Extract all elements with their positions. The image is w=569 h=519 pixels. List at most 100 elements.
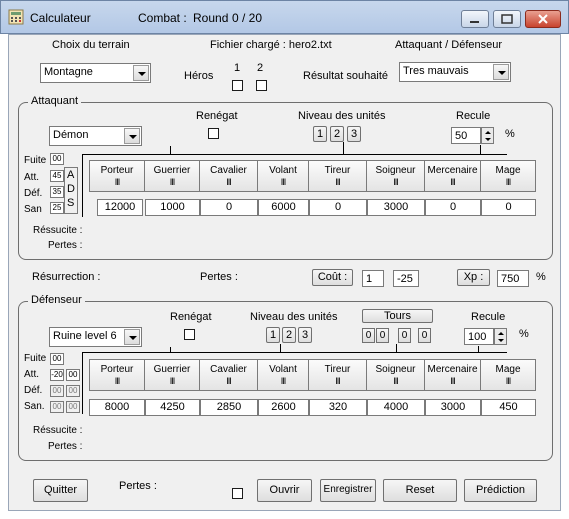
attacker-unit-count[interactable]: 0	[425, 199, 481, 216]
attacker-unit-count[interactable]: 6000	[258, 199, 309, 216]
defender-unit-count[interactable]: 3000	[425, 399, 481, 416]
defender-stat2-value[interactable]: 00	[66, 385, 80, 397]
attacker-stat-value[interactable]: 35	[50, 186, 64, 198]
unit-bars: III	[450, 177, 456, 187]
attacker-stat-value[interactable]: 45	[50, 170, 64, 182]
attacker-d-label: D	[67, 183, 75, 195]
attacker-unit-select[interactable]: Démon	[49, 126, 142, 146]
result-value: Tres mauvais	[403, 65, 469, 77]
defender-unit-header[interactable]: Tireur III	[308, 359, 367, 391]
defender-unit-header[interactable]: Soigneur III	[366, 359, 425, 391]
attacker-unit-count[interactable]: 3000	[367, 199, 425, 216]
defender-unit-count[interactable]: 4000	[367, 399, 425, 416]
predict-button[interactable]: Prédiction	[464, 479, 537, 502]
defender-stat-label: San.	[24, 401, 45, 412]
defender-unit-count[interactable]: 8000	[89, 399, 145, 416]
defender-unit-header[interactable]: Volant III	[257, 359, 309, 391]
tours-button[interactable]: Tours	[362, 309, 433, 323]
attacker-recule-input[interactable]: 50	[451, 127, 481, 144]
defender-stat-value[interactable]: 00	[50, 385, 64, 397]
defender-unit-count[interactable]: 450	[481, 399, 536, 416]
attacker-unit-header[interactable]: Porteur III	[89, 160, 145, 192]
cout-button[interactable]: Coût :	[312, 269, 353, 286]
defender-level-2-button[interactable]: 2	[282, 327, 296, 343]
defender-stat2-value[interactable]: 00	[66, 401, 80, 413]
close-button[interactable]	[525, 10, 561, 28]
defender-stat-label: Fuite	[24, 353, 47, 364]
attacker-stat-label: Att.	[24, 172, 40, 183]
attacker-unit-count[interactable]: 0	[481, 199, 536, 216]
defender-unit-count[interactable]: 2600	[258, 399, 309, 416]
attacker-renegat-checkbox[interactable]	[208, 128, 219, 139]
defender-unit-header[interactable]: Porteur III	[89, 359, 145, 391]
defender-unit-count[interactable]: 4250	[145, 399, 200, 416]
defender-ressucite-label: Réssucite :	[33, 425, 83, 436]
quit-button[interactable]: Quitter	[33, 479, 88, 502]
unit-name: Soigneur	[375, 165, 416, 176]
attacker-stat-value[interactable]: 25	[50, 202, 64, 214]
save-button[interactable]: Enregistrer	[320, 479, 376, 502]
defender-unit-header[interactable]: Mercenaire III	[424, 359, 481, 391]
unit-name: Tireur	[324, 364, 351, 375]
defender-level-3-button[interactable]: 3	[298, 327, 312, 343]
defender-unit-select[interactable]: Ruine level 6	[49, 327, 142, 347]
result-select[interactable]: Tres mauvais	[399, 62, 511, 82]
attacker-level-3-button[interactable]: 3	[347, 126, 361, 142]
minimize-button[interactable]	[461, 10, 489, 28]
attacker-unit-count[interactable]: 0	[200, 199, 258, 216]
attacker-stat-value[interactable]: 00	[50, 153, 64, 165]
defender-unit-value: Ruine level 6	[53, 330, 117, 342]
defender-renegat-checkbox[interactable]	[184, 329, 195, 340]
attacker-unit-header[interactable]: Guerrier III	[144, 160, 200, 192]
attacker-unit-count[interactable]: 12000	[97, 199, 143, 216]
attacker-level-2-button[interactable]: 2	[330, 126, 344, 142]
tours-value[interactable]: 0	[362, 328, 375, 343]
attacker-unit-count[interactable]: 0	[309, 199, 367, 216]
attacker-unit-header[interactable]: Volant III	[257, 160, 309, 192]
resurrection-label: Résurrection :	[32, 271, 101, 283]
open-button[interactable]: Ouvrir	[257, 479, 312, 502]
defender-stat-value[interactable]: 00	[50, 401, 64, 413]
defender-stat-value[interactable]: 00	[50, 353, 64, 365]
cout-input-2[interactable]: -25	[393, 270, 419, 287]
defender-unit-header[interactable]: Mage III	[480, 359, 536, 391]
defender-level-1-button[interactable]: 1	[266, 327, 280, 343]
defender-stat-value[interactable]: -20	[50, 369, 64, 381]
attacker-recule-spinner[interactable]	[481, 127, 494, 144]
hero-1-checkbox[interactable]	[232, 80, 243, 91]
attacker-unit-header[interactable]: Tireur III	[308, 160, 367, 192]
window-title: Calculateur	[30, 11, 91, 25]
attacker-unit-count[interactable]: 1000	[145, 199, 200, 216]
tours-value[interactable]: 0	[376, 328, 389, 343]
defender-unit-header[interactable]: Guerrier III	[144, 359, 200, 391]
attacker-unit-header[interactable]: Cavalier III	[199, 160, 258, 192]
terrain-select[interactable]: Montagne	[40, 63, 151, 83]
defender-unit-count[interactable]: 320	[309, 399, 367, 416]
unit-bars: III	[393, 177, 399, 187]
attacker-connector-line	[170, 146, 171, 155]
maximize-button[interactable]	[493, 10, 521, 28]
tours-value[interactable]: 0	[418, 328, 431, 343]
reset-button[interactable]: Reset	[383, 479, 457, 502]
unit-name: Cavalier	[210, 364, 247, 375]
bottom-checkbox[interactable]	[232, 488, 243, 499]
tours-value[interactable]: 0	[398, 328, 411, 343]
defender-recule-input[interactable]: 100	[464, 328, 494, 345]
defender-stat2-value[interactable]: 00	[66, 369, 80, 381]
defender-recule-spinner[interactable]	[494, 328, 507, 345]
defender-unit-count[interactable]: 2850	[200, 399, 258, 416]
xp-input[interactable]: 750	[497, 270, 529, 287]
attacker-unit-header[interactable]: Soigneur III	[366, 160, 425, 192]
hero-1-label: 1	[234, 62, 241, 74]
attacker-unit-header[interactable]: Mercenaire III	[424, 160, 481, 192]
attacker-s-label: S	[67, 197, 75, 209]
cout-input-1[interactable]: 1	[362, 270, 384, 287]
hero-2-checkbox[interactable]	[256, 80, 267, 91]
attacker-unit-header[interactable]: Mage III	[480, 160, 536, 192]
unit-bars: III	[505, 177, 512, 187]
defender-unit-header[interactable]: Cavalier III	[199, 359, 258, 391]
unit-bars: III	[169, 177, 176, 187]
xp-button[interactable]: Xp :	[457, 269, 490, 286]
attacker-level-1-button[interactable]: 1	[313, 126, 327, 142]
unit-bars: III	[335, 376, 341, 386]
